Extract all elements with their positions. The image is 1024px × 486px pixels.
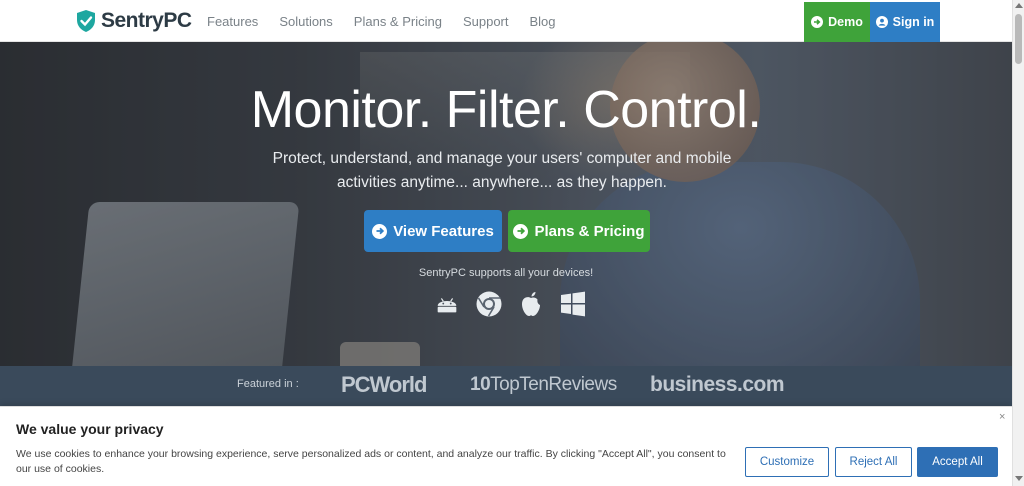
chrome-icon: [475, 290, 503, 318]
nav-link-plans-pricing[interactable]: Plans & Pricing: [354, 14, 442, 29]
plans-pricing-label: Plans & Pricing: [534, 222, 645, 240]
nav-link-solutions[interactable]: Solutions: [279, 14, 332, 29]
featured-in-bar: Featured in : PCWorld 10TopTenReviews bu…: [0, 366, 1012, 406]
plans-pricing-button[interactable]: Plans & Pricing: [508, 210, 650, 252]
windows-icon: [559, 290, 587, 318]
cookie-consent-banner: × We value your privacy We use cookies t…: [0, 406, 1012, 486]
brand-logo[interactable]: SentryPC: [76, 9, 192, 33]
toptenreviews-logo: 10TopTenReviews: [470, 374, 617, 395]
android-icon: [433, 290, 461, 318]
signin-button[interactable]: Sign in: [870, 2, 940, 42]
apple-icon: [517, 290, 545, 318]
view-features-button[interactable]: View Features: [364, 210, 502, 252]
hero-section: Monitor. Filter. Control. Protect, under…: [0, 42, 1012, 366]
nav-link-blog[interactable]: Blog: [530, 14, 556, 29]
reject-all-button[interactable]: Reject All: [835, 447, 912, 477]
nav-link-features[interactable]: Features: [207, 14, 258, 29]
cookie-text: We use cookies to enhance your browsing …: [16, 448, 726, 475]
cookie-title: We value your privacy: [16, 421, 164, 437]
page-scrollbar[interactable]: [1012, 0, 1024, 486]
scrollbar-thumb[interactable]: [1015, 14, 1022, 64]
user-circle-icon: [875, 16, 888, 28]
nav-links: Features Solutions Plans & Pricing Suppo…: [207, 0, 556, 42]
business-com-logo: business.com: [650, 373, 785, 396]
toptenreviews-logo-text: TopTenReviews: [490, 374, 617, 395]
nav-link-support[interactable]: Support: [463, 14, 509, 29]
customize-button[interactable]: Customize: [745, 447, 829, 477]
brand-name: SentryPC: [101, 9, 192, 32]
arrow-circle-right-icon: [372, 223, 388, 239]
view-features-label: View Features: [393, 222, 494, 240]
close-icon[interactable]: ×: [999, 411, 1005, 423]
hero-subtitle: Protect, understand, and manage your use…: [272, 150, 732, 191]
shield-check-icon: [77, 10, 95, 32]
accept-all-button[interactable]: Accept All: [917, 447, 998, 477]
demo-label: Demo: [828, 15, 863, 29]
hero-title: Monitor. Filter. Control.: [250, 81, 762, 139]
featured-in-label: Featured in :: [237, 378, 299, 390]
scroll-up-arrow-icon[interactable]: [1015, 3, 1023, 8]
signin-label: Sign in: [892, 15, 935, 29]
supports-text: SentryPC supports all your devices!: [418, 267, 594, 279]
top-navbar: SentryPC Features Solutions Plans & Pric…: [0, 0, 1012, 42]
device-icons: [433, 290, 587, 318]
scroll-down-arrow-icon[interactable]: [1015, 476, 1023, 481]
demo-button[interactable]: Demo: [804, 2, 870, 42]
arrow-circle-right-icon: [811, 16, 824, 28]
pcworld-logo: PCWorld: [341, 372, 427, 397]
arrow-circle-right-icon: [513, 223, 529, 239]
